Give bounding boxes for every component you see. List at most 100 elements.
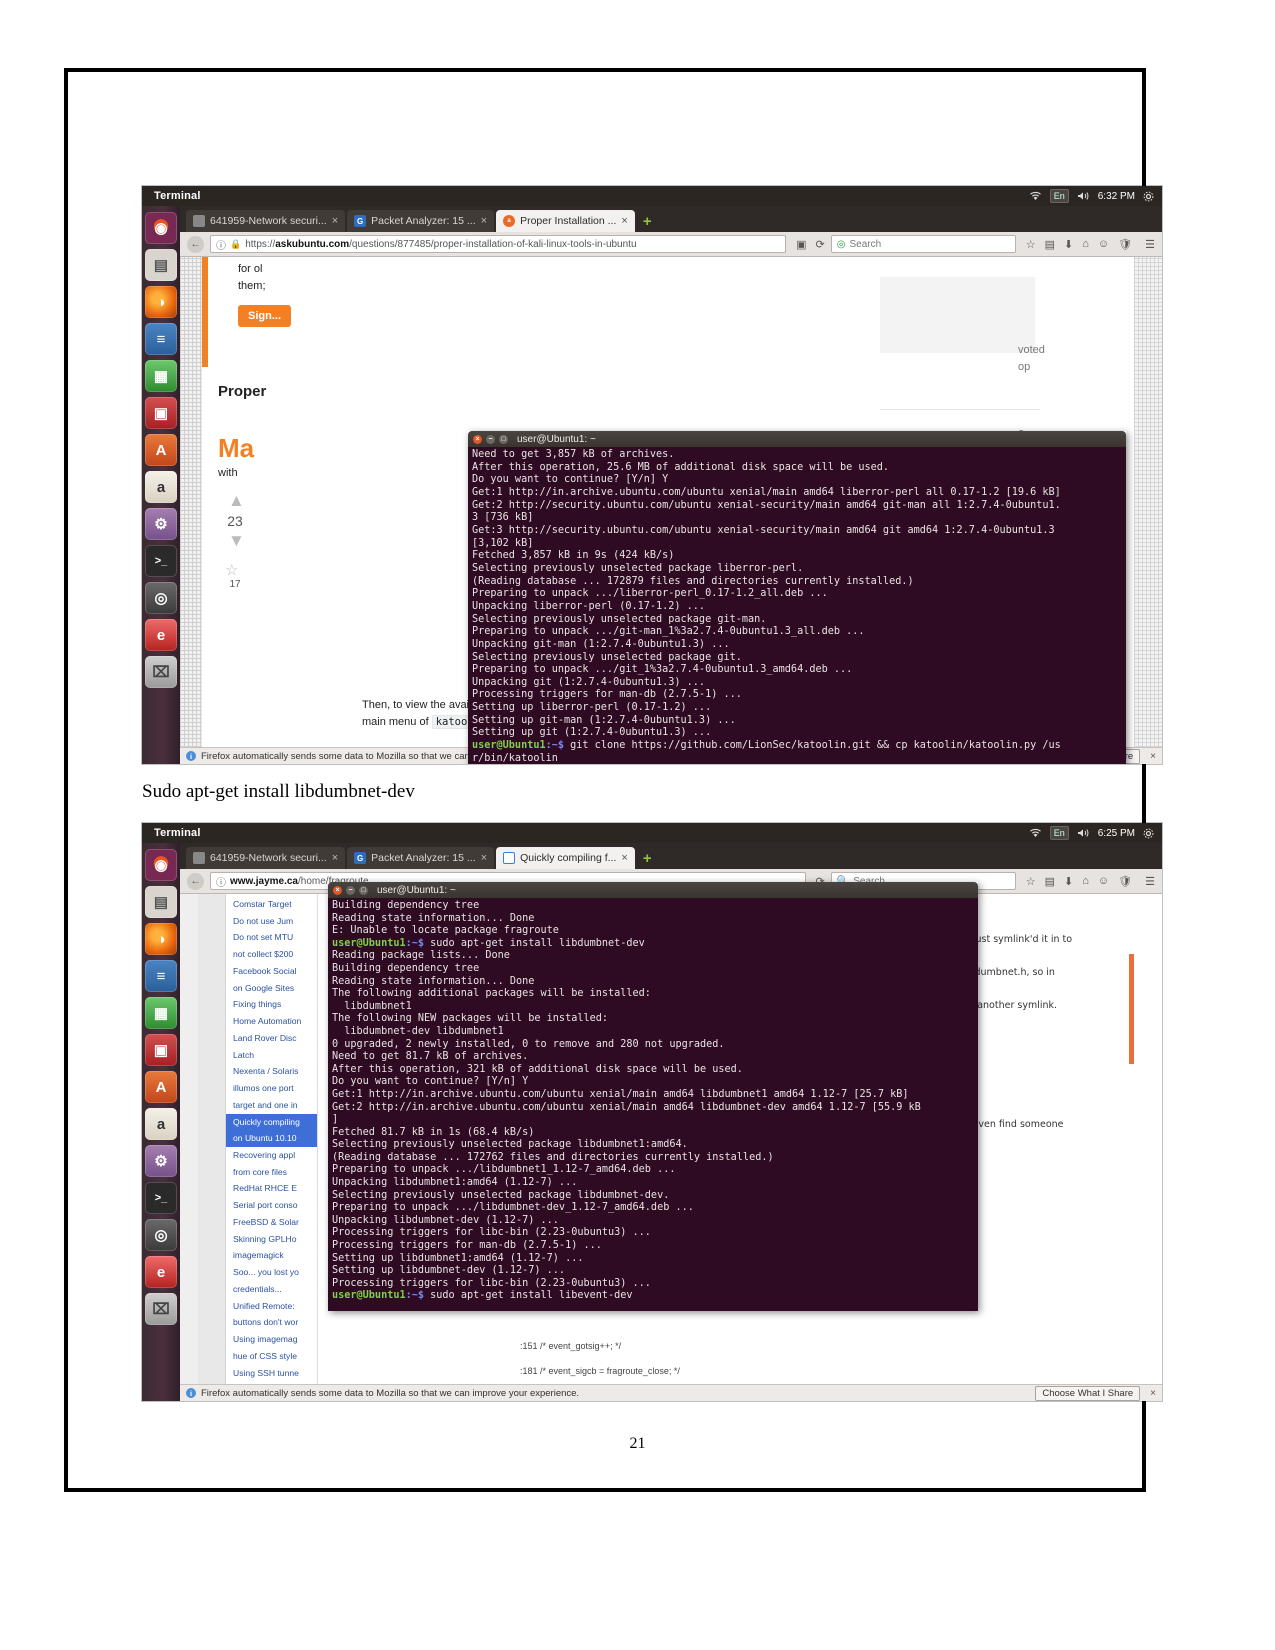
tab-strip[interactable]: 641959-Network securi... × G Packet Anal… bbox=[180, 206, 1162, 232]
downloads-icon[interactable]: ⬇ bbox=[1064, 238, 1073, 251]
blog-sidebar-link[interactable]: RedHat RHCE E bbox=[226, 1180, 317, 1197]
launcher-icon-terminal[interactable]: >_ bbox=[145, 1182, 177, 1214]
blog-sidebar-link[interactable]: buttons don't wor bbox=[226, 1314, 317, 1331]
tab-packet-analyzer[interactable]: G Packet Analyzer: 15 ... × bbox=[347, 210, 495, 232]
tab-close-icon[interactable]: × bbox=[621, 215, 627, 227]
shield-icon[interactable]: 🛡 bbox=[1118, 238, 1132, 251]
notification-close-icon[interactable]: × bbox=[1145, 751, 1156, 762]
blog-sidebar-link[interactable]: Comstar Target bbox=[226, 896, 317, 913]
launcher-icon-libreoffice-calc[interactable]: ▦ bbox=[145, 360, 177, 392]
blog-sidebar-link[interactable]: credentials... bbox=[226, 1281, 317, 1298]
maximize-icon[interactable]: □ bbox=[359, 885, 368, 895]
blog-sidebar-link[interactable]: Soo... you lost yo bbox=[226, 1264, 317, 1281]
sign-up-button[interactable]: Sign... bbox=[238, 305, 291, 327]
home-icon[interactable]: ⌂ bbox=[1082, 238, 1089, 250]
launcher-icon-libreoffice-impress[interactable]: ▣ bbox=[145, 1034, 177, 1066]
blog-sidebar-link[interactable]: FreeBSD & Solar bbox=[226, 1214, 317, 1231]
maximize-icon[interactable]: □ bbox=[499, 434, 508, 444]
launcher-icon-screenshot[interactable]: ◎ bbox=[145, 582, 177, 614]
wifi-icon[interactable] bbox=[1029, 828, 1042, 838]
blog-sidebar-link[interactable]: on Google Sites bbox=[226, 980, 317, 997]
new-tab-button[interactable]: + bbox=[637, 850, 658, 869]
blog-sidebar-link[interactable]: not collect $200 bbox=[226, 946, 317, 963]
home-icon[interactable]: ⌂ bbox=[1082, 875, 1089, 887]
tab-proper-installation[interactable]: a Proper Installation ... × bbox=[496, 210, 635, 232]
blog-sidebar-link[interactable]: Using imagemag bbox=[226, 1331, 317, 1348]
tab-packet-analyzer[interactable]: G Packet Analyzer: 15 ... × bbox=[347, 847, 495, 869]
search-input[interactable]: Search bbox=[850, 239, 882, 250]
favorite-star-icon[interactable]: ☆ bbox=[225, 561, 238, 579]
menu-hamburger-icon[interactable]: ☰ bbox=[1141, 875, 1155, 888]
back-button[interactable]: ← bbox=[187, 235, 204, 253]
terminal-window-1[interactable]: × − □ user@Ubuntu1: ~ Need to get 3,857 … bbox=[468, 431, 1126, 764]
launcher-icon-files[interactable]: ▤ bbox=[145, 886, 177, 918]
urlbar-actions[interactable]: ▣ ⟳ bbox=[792, 238, 825, 251]
bookmark-star-icon[interactable]: ☆ bbox=[1026, 875, 1036, 888]
launcher-icon-trash[interactable]: ⌧ bbox=[145, 1293, 177, 1325]
minimize-icon[interactable]: − bbox=[346, 885, 355, 895]
blog-sidebar-link[interactable]: Land Rover Disc bbox=[226, 1030, 317, 1047]
tab-close-icon[interactable]: × bbox=[332, 215, 338, 227]
terminal-output-1[interactable]: Need to get 3,857 kB of archives. After t… bbox=[468, 447, 1126, 764]
launcher-icon-system-settings[interactable]: ⚙ bbox=[145, 508, 177, 540]
keyboard-layout-indicator[interactable]: En bbox=[1049, 189, 1069, 203]
page-scroll-indicator[interactable] bbox=[1129, 954, 1134, 1064]
launcher-icon-libreoffice-writer[interactable]: ≡ bbox=[145, 323, 177, 355]
panel-clock[interactable]: 6:32 PM bbox=[1098, 191, 1135, 202]
vote-down-icon[interactable]: ▼ bbox=[228, 532, 245, 549]
blog-sidebar-link[interactable]: Serial port conso bbox=[226, 1197, 317, 1214]
launcher-icon-trash[interactable]: ⌧ bbox=[145, 656, 177, 688]
blog-sidebar-link[interactable]: on Ubuntu 10.10 bbox=[226, 1130, 317, 1148]
launcher-icon-workspace-switcher[interactable]: e bbox=[145, 1256, 177, 1288]
toolbar-icons[interactable]: ☆ ▤ ⬇ ⌂ ☺ 🛡 ☰ bbox=[1022, 875, 1155, 888]
terminal-output-2[interactable]: Building dependency tree Reading state in… bbox=[328, 898, 978, 1311]
terminal-titlebar[interactable]: × − □ user@Ubuntu1: ~ bbox=[468, 431, 1126, 447]
reader-mode-icon[interactable]: ▣ bbox=[796, 238, 806, 251]
session-gear-icon[interactable] bbox=[1143, 828, 1154, 839]
bookmark-star-icon[interactable]: ☆ bbox=[1026, 238, 1036, 251]
launcher-icon-screenshot[interactable]: ◎ bbox=[145, 1219, 177, 1251]
blog-sidebar-link[interactable]: target and one in bbox=[226, 1097, 317, 1114]
new-tab-button[interactable]: + bbox=[637, 213, 658, 232]
launcher-icon-ubuntu-dash[interactable]: ◉ bbox=[145, 212, 177, 244]
blog-sidebar-link[interactable]: Quickly compiling bbox=[226, 1113, 317, 1131]
blog-sidebar-link[interactable]: from core files bbox=[226, 1164, 317, 1181]
library-icon[interactable]: ▤ bbox=[1045, 238, 1055, 251]
blog-sidebar-link[interactable]: hue of CSS style bbox=[226, 1348, 317, 1365]
menu-hamburger-icon[interactable]: ☰ bbox=[1141, 238, 1155, 251]
minimize-icon[interactable]: − bbox=[486, 434, 495, 444]
back-button[interactable]: ← bbox=[187, 872, 204, 890]
sync-account-icon[interactable]: ☺ bbox=[1098, 875, 1109, 887]
choose-what-i-share-button[interactable]: Choose What I Share bbox=[1035, 1385, 1141, 1401]
session-gear-icon[interactable] bbox=[1143, 191, 1154, 202]
tab-strip[interactable]: 641959-Network securi... × G Packet Anal… bbox=[180, 843, 1162, 869]
launcher-icon-libreoffice-writer[interactable]: ≡ bbox=[145, 960, 177, 992]
launcher-icon-firefox[interactable]: ◑ bbox=[145, 286, 177, 318]
unity-launcher[interactable]: ◉ ▤ ◑ ≡ ▦ ▣ A a ⚙ >_ ◎ e ⌧ bbox=[142, 206, 180, 764]
terminal-titlebar[interactable]: × − □ user@Ubuntu1: ~ bbox=[328, 882, 978, 898]
notification-close-icon[interactable]: × bbox=[1145, 1388, 1156, 1399]
tab-quickly-compiling[interactable]: Quickly compiling f... × bbox=[496, 847, 635, 869]
launcher-icon-firefox[interactable]: ◑ bbox=[145, 923, 177, 955]
launcher-icon-ubuntu-dash[interactable]: ◉ bbox=[145, 849, 177, 881]
launcher-icon-libreoffice-calc[interactable]: ▦ bbox=[145, 997, 177, 1029]
blog-sidebar-link[interactable]: Skinning GPLHo bbox=[226, 1231, 317, 1248]
blog-sidebar-link[interactable]: Unified Remote: bbox=[226, 1298, 317, 1315]
shield-icon[interactable]: 🛡 bbox=[1118, 875, 1132, 888]
page-info-icon[interactable]: ⓘ bbox=[216, 237, 226, 252]
unity-launcher[interactable]: ◉ ▤ ◑ ≡ ▦ ▣ A a ⚙ >_ ◎ e ⌧ bbox=[142, 843, 180, 1401]
launcher-icon-amazon[interactable]: a bbox=[145, 471, 177, 503]
reload-icon[interactable]: ⟳ bbox=[816, 238, 825, 251]
library-icon[interactable]: ▤ bbox=[1045, 875, 1055, 888]
launcher-icon-ubuntu-software[interactable]: A bbox=[145, 1071, 177, 1103]
vote-up-icon[interactable]: ▲ bbox=[228, 492, 245, 509]
launcher-icon-libreoffice-impress[interactable]: ▣ bbox=[145, 397, 177, 429]
page-info-icon[interactable]: ⓘ bbox=[216, 874, 226, 889]
launcher-icon-ubuntu-software[interactable]: A bbox=[145, 434, 177, 466]
search-bar[interactable]: ◎ Search bbox=[830, 235, 1016, 253]
blog-sidebar[interactable] bbox=[198, 894, 226, 1384]
blog-sidebar-link[interactable]: imagemagick bbox=[226, 1247, 317, 1264]
tab-close-icon[interactable]: × bbox=[621, 852, 627, 864]
terminal-window-2[interactable]: × − □ user@Ubuntu1: ~ Building dependenc… bbox=[328, 882, 978, 1311]
keyboard-layout-indicator[interactable]: En bbox=[1049, 826, 1069, 840]
